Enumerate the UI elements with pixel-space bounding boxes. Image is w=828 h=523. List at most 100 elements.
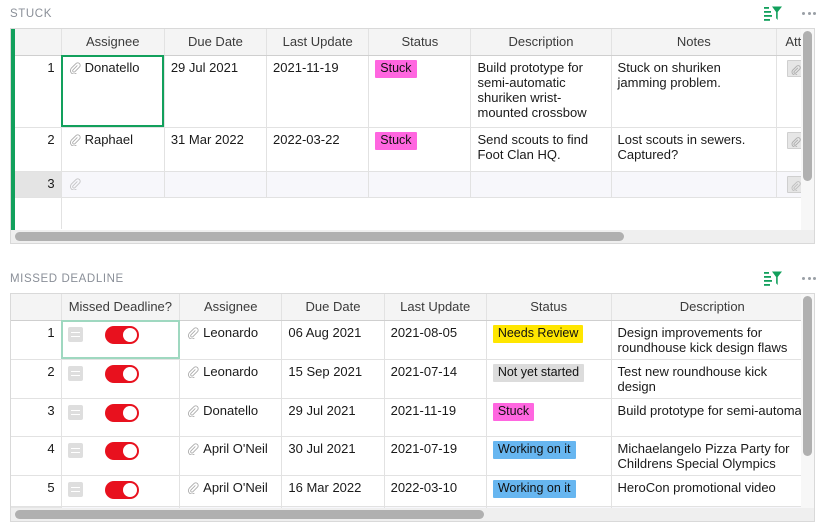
table-row[interactable]: 1 Donatello 29 Jul 2021 2021-11-19 Stuck… [11,55,814,128]
row-menu-icon[interactable] [67,366,83,381]
cell-due-date[interactable]: 16 Mar 2022 [281,475,385,507]
cell-missed-deadline[interactable] [61,320,181,360]
col-header-status[interactable]: Status [486,294,612,321]
missed-deadline-hscroll-thumb[interactable] [15,510,484,519]
cell-assignee[interactable]: Donatello [179,398,283,437]
row-number[interactable]: 3 [11,398,62,437]
table-row[interactable]: 2 Raphael 31 Mar 2022 2022-03-22 Stuck S… [11,127,814,172]
cell-assignee[interactable]: Raphael [61,127,165,172]
cell-description[interactable]: Design improvements for roundhouse kick … [611,320,814,360]
missed-deadline-toggle[interactable] [104,403,139,422]
table-row[interactable]: 2 Leonardo 15 Sep 2021 2021-07-14 Not ye… [11,359,814,399]
missed-deadline-toggle[interactable] [104,325,139,344]
col-header-last-update[interactable]: Last Update [266,29,370,56]
row-number[interactable]: 1 [11,320,62,360]
cell-missed-deadline[interactable] [61,475,181,507]
row-menu-icon[interactable] [67,443,83,458]
col-header-status[interactable]: Status [368,29,472,56]
cell-assignee[interactable]: Leonardo [179,359,283,399]
table-row[interactable]: 1 Leonardo 06 Aug 2021 2021-08-05 Needs … [11,320,814,360]
missed-deadline-toggle[interactable] [104,364,139,383]
col-header-missed-deadline[interactable]: Missed Deadline? [61,294,181,321]
stuck-hscroll-thumb[interactable] [15,232,624,241]
row-menu-icon[interactable] [67,327,83,342]
filter-icon[interactable] [764,5,782,22]
cell-status[interactable]: Not yet started [486,359,612,399]
col-header-description[interactable]: Description [470,29,612,56]
cell-last-update[interactable]: 2021-11-19 [384,398,487,437]
col-header-rownum[interactable] [11,294,62,321]
cell-description[interactable]: Michaelangelo Pizza Party for Childrens … [611,436,814,476]
col-header-due-date[interactable]: Due Date [164,29,268,56]
col-header-last-update[interactable]: Last Update [384,294,487,321]
row-number[interactable]: 4 [11,436,62,476]
cell-description[interactable] [470,171,612,198]
cell-last-update[interactable]: 2022-03-10 [384,475,487,507]
cell-assignee[interactable]: April O'Neil [179,475,283,507]
cell-status[interactable]: Stuck [368,55,472,128]
row-number[interactable]: 2 [11,127,62,172]
cell-description[interactable]: Test new roundhouse kick design [611,359,814,399]
cell-due-date[interactable]: 15 Sep 2021 [281,359,385,399]
cell-status[interactable]: Working on it [486,475,612,507]
cell-assignee[interactable]: Donatello [61,55,165,128]
cell-status[interactable] [368,171,472,198]
cell-last-update[interactable]: 2021-07-19 [384,436,487,476]
col-header-assignee[interactable]: Assignee [179,294,283,321]
table-row-new[interactable]: 3 [11,171,814,198]
cell-last-update[interactable]: 2021-11-19 [266,55,370,128]
row-number[interactable]: 5 [11,475,62,507]
table-row[interactable]: 5 April O'Neil 16 Mar 2022 2022-03-10 Wo… [11,475,814,507]
cell-last-update[interactable]: 2021-07-14 [384,359,487,399]
cell-last-update[interactable]: 2022-03-22 [266,127,370,172]
col-header-due-date[interactable]: Due Date [281,294,385,321]
table-row[interactable]: 3 Donatello 29 Jul 2021 2021-11-19 Stuck… [11,398,814,437]
cell-status[interactable]: Working on it [486,436,612,476]
cell-due-date[interactable]: 06 Aug 2021 [281,320,385,360]
stuck-horizontal-scrollbar[interactable] [11,230,814,243]
cell-notes[interactable]: Stuck on shuriken jamming problem. [611,55,778,128]
col-header-rownum[interactable] [11,29,62,56]
cell-status[interactable]: Stuck [486,398,612,437]
cell-assignee[interactable] [61,171,165,198]
more-options-icon[interactable] [800,271,818,286]
col-header-notes[interactable]: Notes [611,29,778,56]
col-header-description[interactable]: Description [611,294,814,321]
row-menu-icon[interactable] [67,405,83,420]
cell-status[interactable]: Stuck [368,127,472,172]
row-menu-icon[interactable] [67,482,83,497]
cell-due-date[interactable]: 31 Mar 2022 [164,127,268,172]
cell-due-date[interactable]: 29 Jul 2021 [281,398,385,437]
row-number[interactable]: 1 [11,55,62,128]
cell-missed-deadline[interactable] [61,398,181,437]
cell-description[interactable]: Build prototype for semi-automatic shuri… [470,55,612,128]
cell-missed-deadline[interactable] [61,436,181,476]
cell-due-date[interactable]: 29 Jul 2021 [164,55,268,128]
missed-deadline-toggle[interactable] [104,441,139,460]
cell-due-date[interactable] [164,171,268,198]
row-number[interactable]: 3 [11,171,62,198]
cell-description[interactable]: HeroCon promotional video [611,475,814,507]
cell-assignee[interactable]: April O'Neil [179,436,283,476]
filter-icon[interactable] [764,270,782,287]
col-header-assignee[interactable]: Assignee [61,29,165,56]
cell-missed-deadline[interactable] [61,359,181,399]
missed-deadline-vertical-scrollbar[interactable] [801,294,814,521]
cell-due-date[interactable]: 30 Jul 2021 [281,436,385,476]
more-options-icon[interactable] [800,6,818,21]
cell-description[interactable]: Build prototype for semi-automatic shuri… [611,398,814,437]
cell-notes[interactable]: Lost scouts in sewers. Captured? [611,127,778,172]
row-number[interactable]: 2 [11,359,62,399]
cell-last-update[interactable]: 2021-08-05 [384,320,487,360]
cell-description[interactable]: Send scouts to find Foot Clan HQ. [470,127,612,172]
cell-assignee[interactable]: Leonardo [179,320,283,360]
stuck-vscroll-thumb[interactable] [803,31,812,181]
cell-notes[interactable] [611,171,778,198]
table-row[interactable]: 4 April O'Neil 30 Jul 2021 2021-07-19 Wo… [11,436,814,476]
missed-deadline-toggle[interactable] [104,480,139,499]
missed-deadline-vscroll-thumb[interactable] [803,296,812,456]
cell-last-update[interactable] [266,171,370,198]
missed-deadline-horizontal-scrollbar[interactable] [11,508,814,521]
stuck-vertical-scrollbar[interactable] [801,29,814,243]
cell-status[interactable]: Needs Review [486,320,612,360]
